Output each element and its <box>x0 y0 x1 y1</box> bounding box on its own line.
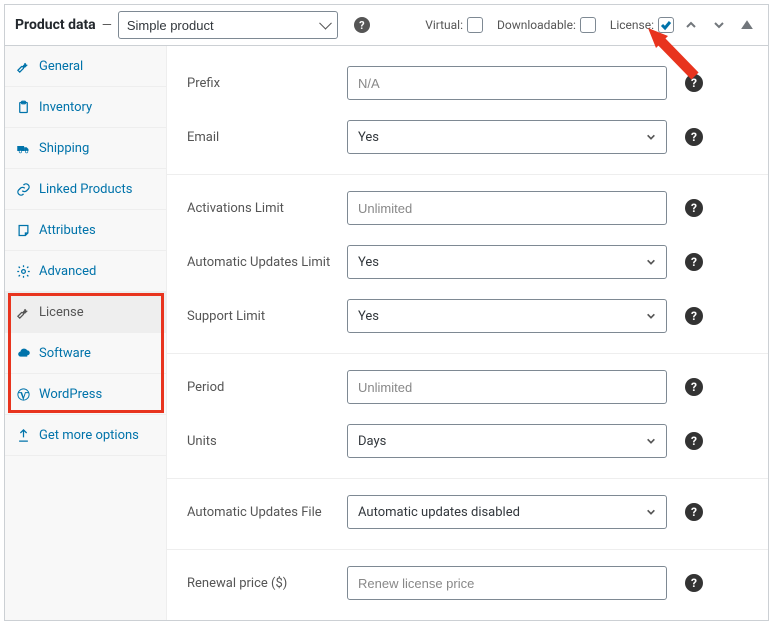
clipboard-icon <box>15 99 31 115</box>
support-limit-label: Support Limit <box>187 309 337 324</box>
move-up-button[interactable] <box>680 14 702 36</box>
field-prefix: Prefix ? <box>167 56 768 110</box>
help-icon[interactable]: ? <box>685 253 703 271</box>
prefix-label: Prefix <box>187 76 337 91</box>
help-icon[interactable]: ? <box>685 74 703 92</box>
field-support-limit: Support Limit Yes ? <box>167 289 768 354</box>
support-limit-select[interactable]: Yes <box>347 299 667 333</box>
truck-icon <box>15 140 31 156</box>
auto-updates-file-label: Automatic Updates File <box>187 505 337 520</box>
panel-header: Product data — Simple product ? Virtual:… <box>5 5 768 46</box>
field-period: Period ? <box>167 360 768 414</box>
downloadable-checkbox[interactable] <box>580 17 596 33</box>
wrench-icon <box>15 58 31 74</box>
help-icon[interactable]: ? <box>685 307 703 325</box>
tabs: General Inventory Shipping Linked Produc… <box>5 46 167 620</box>
license-label[interactable]: License: <box>610 17 674 33</box>
tab-wordpress[interactable]: WordPress <box>5 374 166 415</box>
renewal-price-label: Renewal price ($) <box>187 576 337 591</box>
help-icon[interactable]: ? <box>685 128 703 146</box>
prefix-input[interactable] <box>347 66 667 100</box>
auto-updates-file-select[interactable]: Automatic updates disabled <box>347 495 667 529</box>
field-units: Units Days ? <box>167 414 768 479</box>
field-email: Email Yes ? <box>167 110 768 175</box>
email-select[interactable]: Yes <box>347 120 667 154</box>
units-select[interactable]: Days <box>347 424 667 458</box>
cloud-icon <box>15 345 31 361</box>
field-auto-updates-limit: Automatic Updates Limit Yes ? <box>167 235 768 289</box>
wordpress-icon <box>15 386 31 402</box>
virtual-label[interactable]: Virtual: <box>425 17 483 33</box>
help-icon[interactable]: ? <box>685 574 703 592</box>
renewal-price-input[interactable] <box>347 566 667 600</box>
help-icon[interactable]: ? <box>685 199 703 217</box>
field-activations-limit: Activations Limit ? <box>167 181 768 235</box>
tab-advanced[interactable]: Advanced <box>5 251 166 292</box>
virtual-checkbox[interactable] <box>467 17 483 33</box>
tab-inventory[interactable]: Inventory <box>5 87 166 128</box>
toggle-panel-button[interactable] <box>736 14 758 36</box>
tab-license[interactable]: License <box>5 292 166 333</box>
product-data-panel: Product data — Simple product ? Virtual:… <box>4 4 769 621</box>
auto-updates-limit-label: Automatic Updates Limit <box>187 255 337 270</box>
wrench-icon <box>15 304 31 320</box>
fields-area: Prefix ? Email Yes ? Activations Limit ?… <box>167 46 768 620</box>
help-icon[interactable]: ? <box>685 503 703 521</box>
help-icon[interactable]: ? <box>685 432 703 450</box>
downloadable-label[interactable]: Downloadable: <box>497 17 596 33</box>
help-icon[interactable]: ? <box>354 17 370 33</box>
license-checkbox[interactable] <box>658 17 674 33</box>
tab-shipping[interactable]: Shipping <box>5 128 166 169</box>
field-renewal-price: Renewal price ($) ? <box>167 556 768 610</box>
tab-attributes[interactable]: Attributes <box>5 210 166 251</box>
email-label: Email <box>187 130 337 145</box>
units-label: Units <box>187 434 337 449</box>
auto-updates-limit-select[interactable]: Yes <box>347 245 667 279</box>
activations-limit-label: Activations Limit <box>187 201 337 216</box>
tab-general[interactable]: General <box>5 46 166 87</box>
product-type-select[interactable]: Simple product <box>118 11 338 39</box>
tab-linked-products[interactable]: Linked Products <box>5 169 166 210</box>
gear-icon <box>15 263 31 279</box>
activations-limit-input[interactable] <box>347 191 667 225</box>
help-icon[interactable]: ? <box>685 378 703 396</box>
product-type-wrap: Simple product <box>118 11 338 39</box>
panel-body: General Inventory Shipping Linked Produc… <box>5 46 768 620</box>
field-auto-updates-file: Automatic Updates File Automatic updates… <box>167 485 768 550</box>
move-down-button[interactable] <box>708 14 730 36</box>
link-icon <box>15 181 31 197</box>
period-input[interactable] <box>347 370 667 404</box>
tab-get-more-options[interactable]: Get more options <box>5 415 166 456</box>
share-icon <box>15 427 31 443</box>
note-icon <box>15 222 31 238</box>
panel-title: Product data <box>15 17 96 33</box>
tab-software[interactable]: Software <box>5 333 166 374</box>
dash: — <box>102 18 112 33</box>
period-label: Period <box>187 380 337 395</box>
